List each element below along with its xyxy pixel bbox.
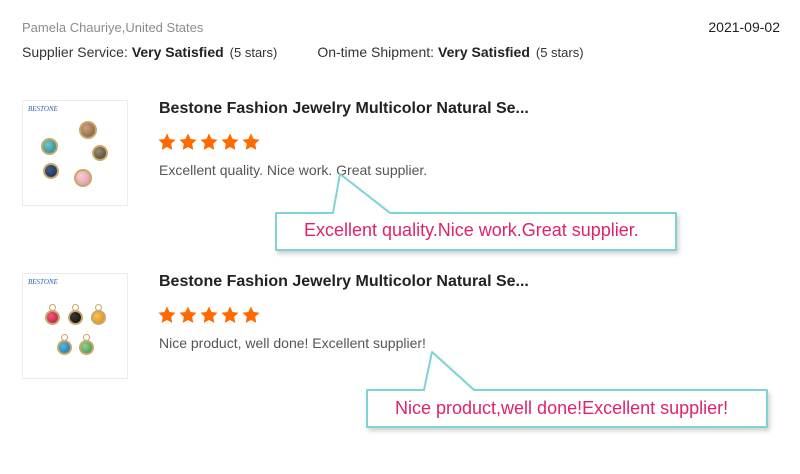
gem-pendant: [41, 138, 58, 155]
star-icon: [242, 306, 260, 323]
gem-pendant: [68, 310, 83, 325]
translation-callout: Nice product,well done!Excellent supplie…: [363, 348, 773, 433]
star-icon: [158, 133, 176, 150]
star-icon: [200, 133, 218, 150]
star-icon: [221, 306, 239, 323]
callout-text: Nice product,well done!Excellent supplie…: [395, 398, 729, 418]
shipment-value: Very Satisfied: [438, 44, 530, 60]
rating-summary: Supplier Service: Very Satisfied (5 stars)…: [22, 44, 584, 60]
gem-pendant: [92, 145, 108, 161]
star-icon: [242, 133, 260, 150]
star-icon: [179, 306, 197, 323]
star-icon: [158, 306, 176, 323]
jump-ring: [95, 304, 102, 311]
gem-pendant: [45, 310, 60, 325]
gem-pendant: [79, 121, 97, 139]
callout-bubble-shape: [366, 351, 768, 428]
product-title-link[interactable]: Bestone Fashion Jewelry Multicolor Natur…: [159, 100, 529, 118]
review-date: 2021-09-02: [708, 19, 780, 35]
star-rating: [157, 305, 261, 325]
brand-logo: BESTONE: [28, 278, 58, 286]
product-image[interactable]: BESTONE: [22, 273, 128, 379]
shipment-label: On-time Shipment:: [317, 44, 435, 60]
star-icon: [200, 306, 218, 323]
gem-pendant: [74, 169, 92, 187]
supplier-service-rating: Supplier Service: Very Satisfied (5 stars): [22, 44, 277, 60]
jump-ring: [61, 334, 68, 341]
product-title-link[interactable]: Bestone Fashion Jewelry Multicolor Natur…: [159, 273, 529, 291]
supplier-service-stars: (5 stars): [229, 45, 278, 60]
jump-ring: [83, 334, 90, 341]
gem-pendant: [57, 340, 72, 355]
shipment-stars: (5 stars): [535, 45, 584, 60]
shipment-rating: On-time Shipment: Very Satisfied (5 stars): [317, 44, 583, 60]
supplier-service-value: Very Satisfied: [131, 44, 224, 60]
jump-ring: [49, 304, 56, 311]
gem-pendant: [43, 163, 59, 179]
star-rating: [157, 132, 261, 152]
reviewer-info: Pamela Chauriye,United States: [22, 20, 204, 35]
translation-callout: Excellent quality.Nice work.Great suppli…: [272, 172, 682, 257]
gem-pendant: [79, 340, 94, 355]
jump-ring: [72, 304, 79, 311]
product-image[interactable]: BESTONE: [22, 100, 128, 206]
gem-pendant: [91, 310, 106, 325]
brand-logo: BESTONE: [28, 105, 58, 113]
callout-text: Excellent quality.Nice work.Great suppli…: [304, 220, 639, 240]
callout-bubble-shape: [275, 173, 677, 251]
star-icon: [179, 133, 197, 150]
star-icon: [221, 133, 239, 150]
supplier-service-label: Supplier Service:: [22, 44, 128, 60]
